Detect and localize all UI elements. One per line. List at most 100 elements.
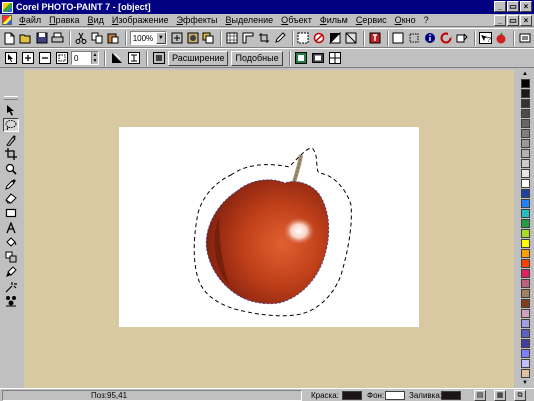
zoom-fit-icon[interactable] [170,31,184,46]
close-button[interactable]: × [520,1,532,12]
zoom-tool-icon[interactable] [3,162,19,176]
color-mask-icon[interactable] [439,31,453,46]
fill-color-swatch[interactable] [441,391,461,400]
feather-width-field[interactable]: 0 ▲ ▼ [71,51,99,65]
object-marquee-icon[interactable] [407,31,421,46]
menu-object[interactable]: Объект [277,15,316,25]
palette-swatch[interactable] [520,109,530,118]
document-icon[interactable] [2,15,12,25]
crop-tool-icon[interactable] [3,147,19,161]
menu-help[interactable]: ? [420,15,433,25]
color-mask-tool-icon[interactable] [3,133,19,147]
maximize-button[interactable]: ▭ [507,1,519,12]
apple-icon[interactable] [494,31,508,46]
toolbox-grip[interactable] [4,96,18,100]
menu-file[interactable]: Файл [15,15,45,25]
brush-tool-icon[interactable] [3,265,19,279]
menu-view[interactable]: Вид [84,15,108,25]
status-mask-icon[interactable]: ▤ [474,390,486,401]
palette-swatch[interactable] [520,299,530,308]
film-strip-icon[interactable] [311,51,326,66]
mask-channel-icon[interactable] [294,51,309,66]
rectangle-tool-icon[interactable] [3,206,19,220]
spin-arrows-icon[interactable]: ▲ ▼ [91,52,98,64]
palette-swatch[interactable] [520,249,530,258]
open-folder-icon[interactable] [19,31,33,46]
palette-swatch[interactable] [520,309,530,318]
palette-swatch[interactable] [520,119,530,128]
palette-swatch[interactable] [520,159,530,168]
clone-tool-icon[interactable] [3,250,19,264]
rulers-icon[interactable] [241,31,255,46]
palette-swatch[interactable] [520,189,530,198]
text-tool-icon[interactable] [3,221,19,235]
object-select-icon[interactable] [392,31,406,46]
duplicate-icon[interactable] [201,31,215,46]
mask-overlay-icon[interactable] [344,31,358,46]
chevron-down-icon[interactable]: ▼ [155,32,166,44]
palette-swatch[interactable] [520,279,530,288]
palette-swatch[interactable] [520,269,530,278]
palette-swatch[interactable] [520,129,530,138]
palette-swatch[interactable] [520,89,530,98]
mask-invert-icon[interactable] [328,31,342,46]
palette-swatch[interactable] [520,359,530,368]
palette-swatch[interactable] [520,139,530,148]
grid-view-icon[interactable] [328,51,343,66]
expand-button[interactable]: Расширение [168,50,229,66]
palette-swatch[interactable] [520,219,530,228]
doc-restore-button[interactable]: ▭ [507,15,519,26]
palette-swatch[interactable] [520,179,530,188]
zoom-combo[interactable]: 100% ▼ [129,31,167,45]
normal-mode-icon[interactable] [3,51,18,66]
doc-minimize-button[interactable]: _ [494,15,506,26]
status-object-icon[interactable]: ▦ [494,390,506,401]
menu-tools[interactable]: Сервис [352,15,391,25]
palette-swatch[interactable] [520,169,530,178]
mask-create-icon[interactable] [297,31,311,46]
eraser-tool-icon[interactable] [3,191,19,205]
app-icon[interactable] [2,1,13,13]
menu-movie[interactable]: Фильм [316,15,352,25]
image-canvas[interactable] [119,127,419,327]
menu-mask[interactable]: Выделение [221,15,277,25]
menu-effects[interactable]: Эффекты [173,15,222,25]
menu-window[interactable]: Окно [391,15,420,25]
pen-icon[interactable] [273,31,287,46]
minimize-button[interactable]: _ [494,1,506,12]
paper-color-swatch[interactable] [385,391,405,400]
effect-tool-icon[interactable] [3,280,19,294]
grid-icon[interactable] [225,31,239,46]
save-icon[interactable] [35,31,49,46]
palette-swatch[interactable] [520,229,530,238]
xor-mode-icon[interactable] [54,51,69,66]
print-icon[interactable] [50,31,64,46]
paint-color-swatch[interactable] [342,391,362,400]
palette-swatch[interactable] [520,319,530,328]
image-sprayer-tool-icon[interactable] [3,294,19,308]
pick-tool-icon[interactable] [3,103,19,117]
lasso-mask-tool-icon[interactable] [3,117,19,132]
palette-swatch[interactable] [520,239,530,248]
palette-swatch[interactable] [520,99,530,108]
effect-icon[interactable] [368,31,382,46]
palette-swatch[interactable] [520,349,530,358]
mask-transform-icon[interactable] [109,51,124,66]
doc-close-button[interactable]: × [520,15,532,26]
cut-icon[interactable] [74,31,88,46]
anti-alias-icon[interactable] [126,51,141,66]
palette-swatch[interactable] [520,209,530,218]
palette-swatch[interactable] [520,329,530,338]
context-help-icon[interactable]: ? [479,31,493,46]
copy-icon[interactable] [90,31,104,46]
palette-swatch[interactable] [520,369,530,378]
add-mode-icon[interactable] [20,51,35,66]
palette-swatch[interactable] [520,289,530,298]
similar-button[interactable]: Подобные [231,50,283,66]
palette-swatch[interactable] [520,149,530,158]
mask-brush-icon[interactable] [151,51,166,66]
restore-toolbar-icon[interactable] [518,31,532,46]
palette-swatch[interactable] [520,259,530,268]
menu-edit[interactable]: Правка [45,15,83,25]
eyedropper-tool-icon[interactable] [3,177,19,191]
